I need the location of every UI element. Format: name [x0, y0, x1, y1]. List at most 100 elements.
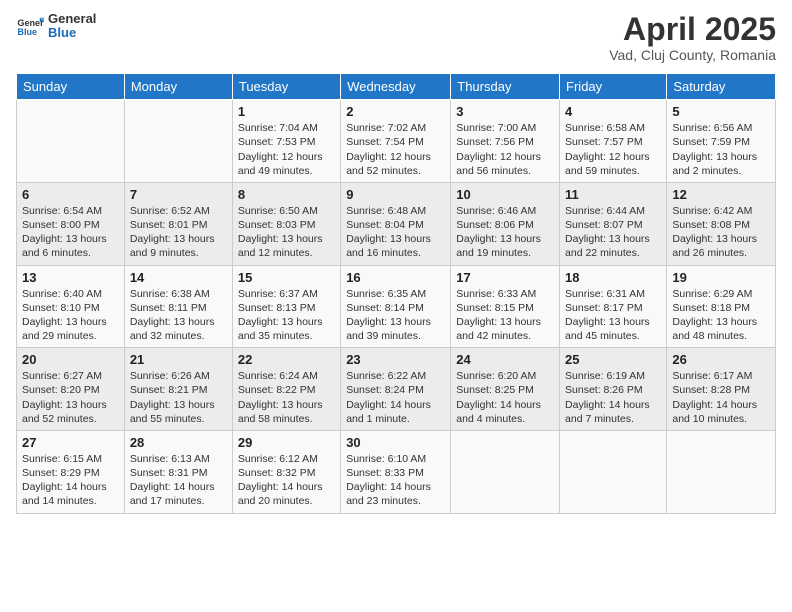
calendar-cell: 5 Sunrise: 6:56 AM Sunset: 7:59 PM Daylig… — [667, 100, 776, 183]
calendar-cell: 12Sunrise: 6:42 AM Sunset: 8:08 PM Dayli… — [667, 182, 776, 265]
calendar-cell: 24Sunrise: 6:20 AM Sunset: 8:25 PM Dayli… — [451, 348, 560, 431]
calendar-day-header: Wednesday — [341, 74, 451, 100]
day-detail: Sunrise: 6:50 AM Sunset: 8:03 PM Dayligh… — [238, 204, 335, 261]
calendar-cell — [560, 430, 667, 513]
day-detail: Sunrise: 6:12 AM Sunset: 8:32 PM Dayligh… — [238, 452, 335, 509]
day-number: 15 — [238, 270, 335, 285]
calendar-cell: 4 Sunrise: 6:58 AM Sunset: 7:57 PM Daylig… — [560, 100, 667, 183]
day-detail: Sunrise: 6:37 AM Sunset: 8:13 PM Dayligh… — [238, 287, 335, 344]
day-number: 8 — [238, 187, 335, 202]
calendar-cell: 26 Sunrise: 6:17 AM Sunset: 8:28 PM Dayli… — [667, 348, 776, 431]
calendar-cell: 30 Sunrise: 6:10 AM Sunset: 8:33 PM Dayli… — [341, 430, 451, 513]
calendar-cell: 28 Sunrise: 6:13 AM Sunset: 8:31 PM Dayli… — [124, 430, 232, 513]
calendar-cell: 23Sunrise: 6:22 AM Sunset: 8:24 PM Dayli… — [341, 348, 451, 431]
day-number: 22 — [238, 352, 335, 367]
day-number: 17 — [456, 270, 554, 285]
calendar-table: SundayMondayTuesdayWednesdayThursdayFrid… — [16, 73, 776, 513]
day-detail: Sunrise: 6:29 AM Sunset: 8:18 PM Dayligh… — [672, 287, 770, 344]
page-title: April 2025 — [609, 12, 776, 47]
day-number: 23 — [346, 352, 445, 367]
calendar-cell — [451, 430, 560, 513]
calendar-day-header: Saturday — [667, 74, 776, 100]
day-number: 20 — [22, 352, 119, 367]
day-detail: Sunrise: 6:44 AM Sunset: 8:07 PM Dayligh… — [565, 204, 661, 261]
day-number: 1 — [238, 104, 335, 119]
day-number: 6 — [22, 187, 119, 202]
calendar-cell — [124, 100, 232, 183]
calendar-week-row: 27 Sunrise: 6:15 AM Sunset: 8:29 PM Dayli… — [17, 430, 776, 513]
calendar-day-header: Friday — [560, 74, 667, 100]
day-number: 21 — [130, 352, 227, 367]
day-detail: Sunrise: 6:46 AM Sunset: 8:06 PM Dayligh… — [456, 204, 554, 261]
day-detail: Sunrise: 6:31 AM Sunset: 8:17 PM Dayligh… — [565, 287, 661, 344]
calendar-cell: 14 Sunrise: 6:38 AM Sunset: 8:11 PM Dayli… — [124, 265, 232, 348]
day-number: 5 — [672, 104, 770, 119]
calendar-cell: 27 Sunrise: 6:15 AM Sunset: 8:29 PM Dayli… — [17, 430, 125, 513]
calendar-week-row: 1Sunrise: 7:04 AM Sunset: 7:53 PM Daylig… — [17, 100, 776, 183]
calendar-cell: 8 Sunrise: 6:50 AM Sunset: 8:03 PM Daylig… — [232, 182, 340, 265]
day-detail: Sunrise: 6:58 AM Sunset: 7:57 PM Dayligh… — [565, 121, 661, 178]
calendar-cell: 17Sunrise: 6:33 AM Sunset: 8:15 PM Dayli… — [451, 265, 560, 348]
day-number: 28 — [130, 435, 227, 450]
logo: General Blue General Blue — [16, 12, 96, 41]
calendar-week-row: 6 Sunrise: 6:54 AM Sunset: 8:00 PM Daylig… — [17, 182, 776, 265]
day-number: 18 — [565, 270, 661, 285]
day-detail: Sunrise: 6:10 AM Sunset: 8:33 PM Dayligh… — [346, 452, 445, 509]
day-number: 13 — [22, 270, 119, 285]
day-number: 3 — [456, 104, 554, 119]
day-detail: Sunrise: 6:48 AM Sunset: 8:04 PM Dayligh… — [346, 204, 445, 261]
day-detail: Sunrise: 6:13 AM Sunset: 8:31 PM Dayligh… — [130, 452, 227, 509]
page: General Blue General Blue April 2025 Vad… — [0, 0, 792, 612]
calendar-header-row: SundayMondayTuesdayWednesdayThursdayFrid… — [17, 74, 776, 100]
header: General Blue General Blue April 2025 Vad… — [16, 12, 776, 63]
day-detail: Sunrise: 6:17 AM Sunset: 8:28 PM Dayligh… — [672, 369, 770, 426]
day-detail: Sunrise: 6:19 AM Sunset: 8:26 PM Dayligh… — [565, 369, 661, 426]
calendar-cell — [17, 100, 125, 183]
calendar-day-header: Sunday — [17, 74, 125, 100]
page-subtitle: Vad, Cluj County, Romania — [609, 47, 776, 63]
calendar-cell: 19 Sunrise: 6:29 AM Sunset: 8:18 PM Dayli… — [667, 265, 776, 348]
day-number: 12 — [672, 187, 770, 202]
day-detail: Sunrise: 6:35 AM Sunset: 8:14 PM Dayligh… — [346, 287, 445, 344]
calendar-day-header: Tuesday — [232, 74, 340, 100]
title-block: April 2025 Vad, Cluj County, Romania — [609, 12, 776, 63]
logo-icon: General Blue — [16, 12, 44, 40]
day-number: 7 — [130, 187, 227, 202]
day-detail: Sunrise: 6:40 AM Sunset: 8:10 PM Dayligh… — [22, 287, 119, 344]
calendar-cell: 11Sunrise: 6:44 AM Sunset: 8:07 PM Dayli… — [560, 182, 667, 265]
day-number: 19 — [672, 270, 770, 285]
calendar-cell: 18 Sunrise: 6:31 AM Sunset: 8:17 PM Dayli… — [560, 265, 667, 348]
day-number: 24 — [456, 352, 554, 367]
calendar-cell: 15 Sunrise: 6:37 AM Sunset: 8:13 PM Dayli… — [232, 265, 340, 348]
day-number: 16 — [346, 270, 445, 285]
day-number: 9 — [346, 187, 445, 202]
day-number: 27 — [22, 435, 119, 450]
calendar-cell: 25 Sunrise: 6:19 AM Sunset: 8:26 PM Dayli… — [560, 348, 667, 431]
calendar-header: SundayMondayTuesdayWednesdayThursdayFrid… — [17, 74, 776, 100]
day-detail: Sunrise: 6:54 AM Sunset: 8:00 PM Dayligh… — [22, 204, 119, 261]
calendar-day-header: Monday — [124, 74, 232, 100]
calendar-week-row: 20Sunrise: 6:27 AM Sunset: 8:20 PM Dayli… — [17, 348, 776, 431]
day-detail: Sunrise: 6:15 AM Sunset: 8:29 PM Dayligh… — [22, 452, 119, 509]
day-number: 14 — [130, 270, 227, 285]
calendar-cell: 10Sunrise: 6:46 AM Sunset: 8:06 PM Dayli… — [451, 182, 560, 265]
calendar-cell: 9 Sunrise: 6:48 AM Sunset: 8:04 PM Daylig… — [341, 182, 451, 265]
calendar-cell: 1Sunrise: 7:04 AM Sunset: 7:53 PM Daylig… — [232, 100, 340, 183]
day-number: 25 — [565, 352, 661, 367]
calendar-body: 1Sunrise: 7:04 AM Sunset: 7:53 PM Daylig… — [17, 100, 776, 513]
day-detail: Sunrise: 6:56 AM Sunset: 7:59 PM Dayligh… — [672, 121, 770, 178]
day-number: 26 — [672, 352, 770, 367]
day-number: 4 — [565, 104, 661, 119]
day-detail: Sunrise: 7:00 AM Sunset: 7:56 PM Dayligh… — [456, 121, 554, 178]
day-detail: Sunrise: 7:02 AM Sunset: 7:54 PM Dayligh… — [346, 121, 445, 178]
calendar-cell: 16 Sunrise: 6:35 AM Sunset: 8:14 PM Dayli… — [341, 265, 451, 348]
logo-general-text: General — [48, 12, 96, 26]
day-number: 2 — [346, 104, 445, 119]
day-number: 29 — [238, 435, 335, 450]
logo-blue-text: Blue — [48, 26, 96, 40]
day-number: 30 — [346, 435, 445, 450]
day-detail: Sunrise: 6:24 AM Sunset: 8:22 PM Dayligh… — [238, 369, 335, 426]
day-detail: Sunrise: 6:52 AM Sunset: 8:01 PM Dayligh… — [130, 204, 227, 261]
calendar-cell: 22 Sunrise: 6:24 AM Sunset: 8:22 PM Dayli… — [232, 348, 340, 431]
day-detail: Sunrise: 6:38 AM Sunset: 8:11 PM Dayligh… — [130, 287, 227, 344]
